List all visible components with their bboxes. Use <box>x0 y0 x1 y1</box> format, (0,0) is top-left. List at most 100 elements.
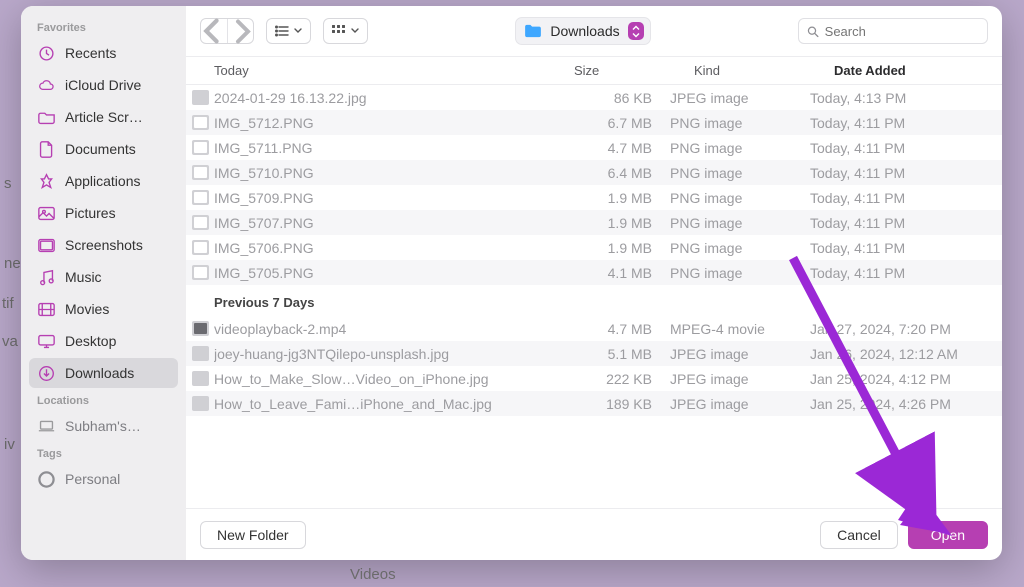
file-row[interactable]: videoplayback-2.mp44.7 MBMPEG-4 movieJan… <box>186 316 1002 341</box>
file-row[interactable]: 2024-01-29 16.13.22.jpg86 KBJPEG imageTo… <box>186 85 1002 110</box>
file-kind: MPEG-4 movie <box>670 321 810 337</box>
file-size: 222 KB <box>550 371 670 387</box>
nav-back-forward <box>200 18 254 44</box>
file-kind: JPEG image <box>670 90 810 106</box>
chevron-down-icon <box>294 28 302 34</box>
dialog-footer: New Folder Cancel Open <box>186 508 1002 560</box>
search-input[interactable] <box>825 24 979 39</box>
tag-dot <box>37 470 55 488</box>
open-button[interactable]: Open <box>908 521 988 549</box>
file-thumb-icon <box>192 265 209 280</box>
group-heading: Previous 7 Days <box>186 285 1002 316</box>
new-folder-button[interactable]: New Folder <box>200 521 306 549</box>
sidebar-item-label: iCloud Drive <box>65 77 141 93</box>
file-name: How_to_Leave_Fami…iPhone_and_Mac.jpg <box>214 396 550 412</box>
file-thumb-icon <box>192 165 209 180</box>
sidebar-item-documents[interactable]: Documents <box>29 134 178 164</box>
file-name: IMG_5709.PNG <box>214 190 550 206</box>
file-date: Today, 4:11 PM <box>810 240 1002 256</box>
sidebar-item-article-scr-[interactable]: Article Scr… <box>29 102 178 132</box>
sidebar-item-music[interactable]: Music <box>29 262 178 292</box>
col-size[interactable]: Size <box>574 63 694 78</box>
chevron-down-icon <box>351 28 359 34</box>
sidebar-item-screenshots[interactable]: Screenshots <box>29 230 178 260</box>
file-size: 6.4 MB <box>550 165 670 181</box>
sidebar-item-movies[interactable]: Movies <box>29 294 178 324</box>
file-row[interactable]: joey-huang-jg3NTQilepo-unsplash.jpg5.1 M… <box>186 341 1002 366</box>
cloud-icon <box>37 76 55 94</box>
file-date: Jan 25, 2024, 4:12 PM <box>810 371 1002 387</box>
file-row[interactable]: How_to_Leave_Fami…iPhone_and_Mac.jpg189 … <box>186 391 1002 416</box>
file-thumb-icon <box>192 115 209 130</box>
file-row[interactable]: IMG_5705.PNG4.1 MBPNG imageToday, 4:11 P… <box>186 260 1002 285</box>
file-name: joey-huang-jg3NTQilepo-unsplash.jpg <box>214 346 550 362</box>
file-name: 2024-01-29 16.13.22.jpg <box>214 90 550 106</box>
file-size: 1.9 MB <box>550 240 670 256</box>
sidebar-item-label: Article Scr… <box>65 109 143 125</box>
sidebar-item-label: Recents <box>65 45 116 61</box>
sidebar-item-recents[interactable]: Recents <box>29 38 178 68</box>
file-row[interactable]: IMG_5709.PNG1.9 MBPNG imageToday, 4:11 P… <box>186 185 1002 210</box>
file-date: Today, 4:11 PM <box>810 115 1002 131</box>
sidebar-item-personal[interactable]: Personal <box>29 464 178 494</box>
col-name[interactable]: Today <box>214 63 574 78</box>
file-date: Today, 4:11 PM <box>810 215 1002 231</box>
desktop-icon <box>37 332 55 350</box>
folder-icon <box>524 24 542 38</box>
sidebar-item-pictures[interactable]: Pictures <box>29 198 178 228</box>
sidebar: FavoritesRecentsiCloud DriveArticle Scr…… <box>21 6 186 560</box>
file-kind: PNG image <box>670 265 810 281</box>
file-kind: JPEG image <box>670 371 810 387</box>
sidebar-item-applications[interactable]: Applications <box>29 166 178 196</box>
sidebar-item-label: Movies <box>65 301 109 317</box>
file-size: 6.7 MB <box>550 115 670 131</box>
bg-ne: ne <box>4 255 21 272</box>
nav-back-button[interactable] <box>201 19 227 43</box>
file-thumb-icon <box>192 215 209 230</box>
cancel-button[interactable]: Cancel <box>820 521 898 549</box>
file-name: How_to_Make_Slow…Video_on_iPhone.jpg <box>214 371 550 387</box>
file-row[interactable]: IMG_5712.PNG6.7 MBPNG imageToday, 4:11 P… <box>186 110 1002 135</box>
download-icon <box>37 364 55 382</box>
col-date-added[interactable]: Date Added <box>834 63 1002 78</box>
file-row[interactable]: How_to_Make_Slow…Video_on_iPhone.jpg222 … <box>186 366 1002 391</box>
file-date: Today, 4:11 PM <box>810 140 1002 156</box>
col-kind[interactable]: Kind <box>694 63 834 78</box>
sidebar-item-label: Music <box>65 269 102 285</box>
file-size: 5.1 MB <box>550 346 670 362</box>
file-date: Jan 25, 2024, 4:26 PM <box>810 396 1002 412</box>
sidebar-item-label: Personal <box>65 471 120 487</box>
sidebar-item-icloud-drive[interactable]: iCloud Drive <box>29 70 178 100</box>
sidebar-heading: Tags <box>21 442 186 463</box>
file-name: videoplayback-2.mp4 <box>214 321 550 337</box>
file-name: IMG_5707.PNG <box>214 215 550 231</box>
column-header[interactable]: Today Size Kind Date Added <box>186 56 1002 85</box>
location-popup[interactable]: Downloads <box>515 17 650 45</box>
main-pane: Downloads Today Size Kind Date Added 202… <box>186 6 1002 560</box>
file-row[interactable]: IMG_5706.PNG1.9 MBPNG imageToday, 4:11 P… <box>186 235 1002 260</box>
file-size: 4.7 MB <box>550 321 670 337</box>
file-date: Today, 4:11 PM <box>810 190 1002 206</box>
file-kind: JPEG image <box>670 396 810 412</box>
bg-va: va <box>2 333 18 350</box>
sidebar-item-desktop[interactable]: Desktop <box>29 326 178 356</box>
view-grid-button[interactable] <box>323 18 368 44</box>
file-row[interactable]: IMG_5711.PNG4.7 MBPNG imageToday, 4:11 P… <box>186 135 1002 160</box>
file-row[interactable]: IMG_5707.PNG1.9 MBPNG imageToday, 4:11 P… <box>186 210 1002 235</box>
bg-videos: Videos <box>350 566 396 583</box>
doc-icon <box>37 140 55 158</box>
view-list-button[interactable] <box>266 18 311 44</box>
file-size: 86 KB <box>550 90 670 106</box>
search-field[interactable] <box>798 18 988 44</box>
file-date: Today, 4:11 PM <box>810 265 1002 281</box>
file-list[interactable]: 2024-01-29 16.13.22.jpg86 KBJPEG imageTo… <box>186 85 1002 508</box>
file-kind: PNG image <box>670 140 810 156</box>
file-name: IMG_5706.PNG <box>214 240 550 256</box>
nav-forward-button[interactable] <box>227 19 253 43</box>
search-icon <box>807 25 819 38</box>
sidebar-item-downloads[interactable]: Downloads <box>29 358 178 388</box>
file-size: 1.9 MB <box>550 215 670 231</box>
file-row[interactable]: IMG_5710.PNG6.4 MBPNG imageToday, 4:11 P… <box>186 160 1002 185</box>
sidebar-item-subham-s-[interactable]: Subham's… <box>29 411 178 441</box>
file-name: IMG_5711.PNG <box>214 140 550 156</box>
